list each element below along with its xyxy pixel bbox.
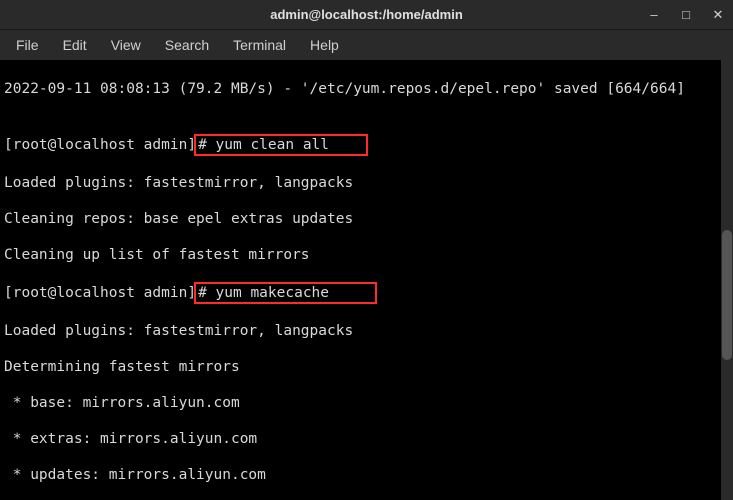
menu-search[interactable]: Search bbox=[155, 34, 219, 56]
output-line: Cleaning repos: base epel extras updates bbox=[4, 210, 729, 228]
output-line: Loaded plugins: fastestmirror, langpacks bbox=[4, 174, 729, 192]
prompt: [root@localhost admin] bbox=[4, 285, 196, 301]
maximize-icon[interactable]: □ bbox=[679, 8, 693, 22]
scrollbar-track[interactable] bbox=[721, 60, 733, 500]
command-highlight: # yum clean all bbox=[194, 134, 368, 156]
output-line: Determining fastest mirrors bbox=[4, 358, 729, 376]
prompt-line: [root@localhost admin]# yum makecache bbox=[4, 282, 729, 304]
output-line: Loaded plugins: fastestmirror, langpacks bbox=[4, 322, 729, 340]
output-line: * extras: mirrors.aliyun.com bbox=[4, 430, 729, 448]
minimize-icon[interactable]: – bbox=[647, 8, 661, 22]
menu-terminal[interactable]: Terminal bbox=[223, 34, 296, 56]
menu-file[interactable]: File bbox=[6, 34, 49, 56]
prompt-line: [root@localhost admin]# yum clean all bbox=[4, 134, 729, 156]
window-title: admin@localhost:/home/admin bbox=[270, 7, 463, 22]
window-controls: – □ ✕ bbox=[647, 8, 725, 22]
output-line: * base: mirrors.aliyun.com bbox=[4, 394, 729, 412]
menubar: File Edit View Search Terminal Help bbox=[0, 30, 733, 60]
output-line: Cleaning up list of fastest mirrors bbox=[4, 246, 729, 264]
close-icon[interactable]: ✕ bbox=[711, 8, 725, 22]
output-line: * updates: mirrors.aliyun.com bbox=[4, 466, 729, 484]
menu-help[interactable]: Help bbox=[300, 34, 349, 56]
prompt: [root@localhost admin] bbox=[4, 137, 196, 153]
menu-edit[interactable]: Edit bbox=[53, 34, 97, 56]
titlebar: admin@localhost:/home/admin – □ ✕ bbox=[0, 0, 733, 30]
scrollbar-thumb[interactable] bbox=[722, 230, 732, 360]
terminal-area[interactable]: 2022-09-11 08:08:13 (79.2 MB/s) - '/etc/… bbox=[0, 60, 733, 500]
command-highlight: # yum makecache bbox=[194, 282, 377, 304]
menu-view[interactable]: View bbox=[101, 34, 151, 56]
output-line: 2022-09-11 08:08:13 (79.2 MB/s) - '/etc/… bbox=[4, 80, 729, 98]
